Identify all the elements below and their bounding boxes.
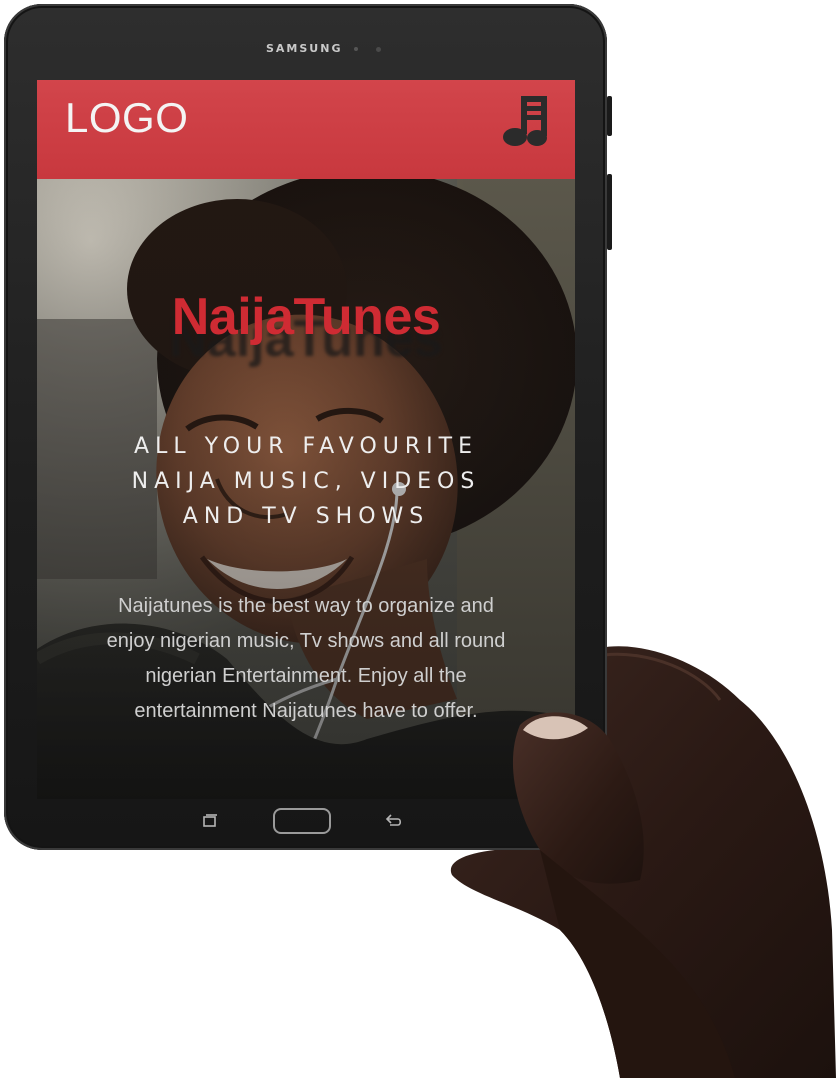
hero-tagline: ALL YOUR FAVOURITE NAIJA MUSIC, VIDEOS A… [131, 434, 481, 529]
front-camera [376, 47, 381, 52]
site-logo[interactable]: LOGO [65, 94, 188, 142]
brand-heading: NaijaTunes NaijaTunes [37, 287, 575, 368]
light-sensor [354, 47, 358, 51]
home-button[interactable] [273, 808, 331, 834]
hero-description: Naijatunes is the best way to organize a… [106, 595, 506, 722]
app-screen: LOGO NaijaTunes NaijaTunes ALL YOUR FAVO… [37, 80, 575, 799]
volume-button[interactable] [607, 96, 612, 136]
app-header: LOGO [37, 80, 575, 179]
tablet-device: SAMSUNG LOGO NaijaTunes NaijaTunes ALL Y… [4, 4, 612, 850]
device-brand-label: SAMSUNG [266, 42, 343, 55]
power-button[interactable] [607, 174, 612, 250]
music-note-icon[interactable] [499, 92, 551, 148]
hero-section: NaijaTunes NaijaTunes ALL YOUR FAVOURITE… [37, 179, 575, 799]
brand-heading-text: NaijaTunes [171, 288, 441, 346]
back-icon[interactable] [384, 812, 404, 830]
recents-icon[interactable] [201, 812, 219, 830]
